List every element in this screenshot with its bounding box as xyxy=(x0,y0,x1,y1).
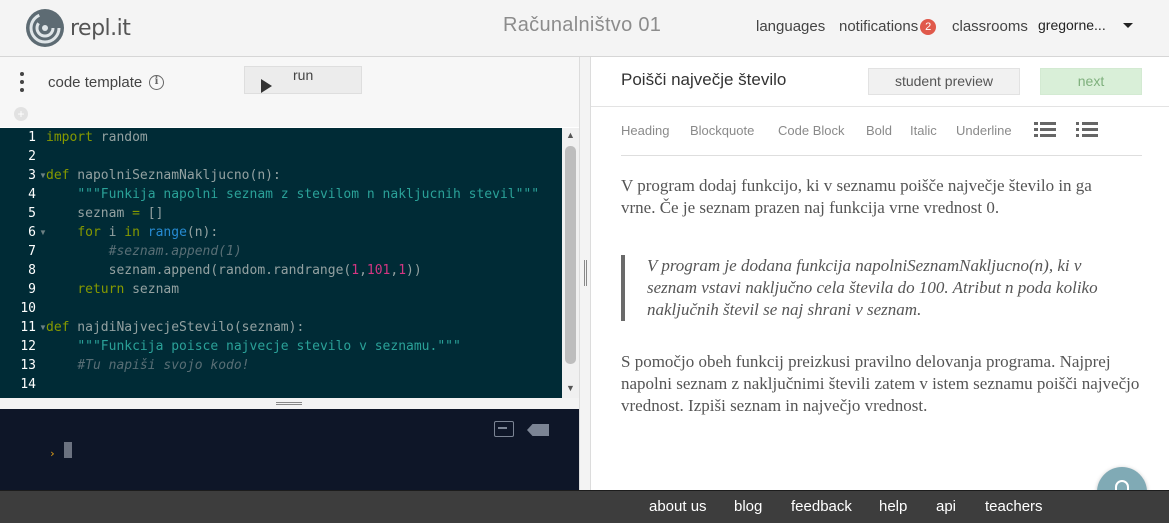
numbered-list-icon[interactable] xyxy=(1076,122,1098,138)
console-input-icon[interactable] xyxy=(494,421,514,437)
toolbar-underline[interactable]: Underline xyxy=(956,123,1012,138)
toolbar-blockquote[interactable]: Blockquote xyxy=(690,123,754,138)
student-preview-button[interactable]: student preview xyxy=(868,68,1020,95)
scrollbar-thumb[interactable] xyxy=(565,146,576,364)
code-panel-header: code template i run + xyxy=(0,57,579,127)
classroom-title: Računalništvo 01 xyxy=(503,14,662,36)
add-file-icon[interactable]: + xyxy=(14,107,28,121)
code-line: for i in range(n): xyxy=(77,225,219,240)
run-button-label: run xyxy=(293,67,314,83)
instructions-header: Poišči največje število student preview … xyxy=(591,57,1169,107)
drag-handle-icon xyxy=(584,260,587,286)
fold-arrow-icon[interactable]: ▼ xyxy=(39,223,47,242)
top-bar: repl.it Računalništvo 01 languages notif… xyxy=(0,0,1169,57)
toolbar-bold[interactable]: Bold xyxy=(866,123,892,138)
line-number: 7 xyxy=(28,244,36,259)
code-line: return seznam xyxy=(77,282,180,297)
instruction-paragraph: V program dodaj funkcijo, ki v seznamu p… xyxy=(621,176,1092,217)
instructions-panel: Poišči največje število student preview … xyxy=(591,57,1169,490)
code-line: def najdiNajvecjeStevilo(seznam): xyxy=(46,320,305,335)
line-number: 6 xyxy=(28,225,36,240)
bulleted-list-icon[interactable] xyxy=(1034,122,1056,138)
editor-scrollbar[interactable]: ▲ ▼ xyxy=(562,128,579,398)
line-number: 5 xyxy=(28,206,36,221)
footer-about-link[interactable]: about us xyxy=(649,498,707,515)
instruction-paragraph: S pomočjo obeh funkcij preizkusi praviln… xyxy=(621,352,1140,415)
more-vertical-icon[interactable] xyxy=(20,72,26,92)
user-menu[interactable]: gregorne... xyxy=(1038,17,1106,33)
footer-blog-link[interactable]: blog xyxy=(734,498,762,515)
nav-notifications[interactable]: notifications 2 xyxy=(839,18,937,35)
toolbar-italic[interactable]: Italic xyxy=(910,123,937,138)
fold-arrow-icon[interactable]: ▼ xyxy=(39,166,47,185)
line-number: 1 xyxy=(28,130,36,145)
code-panel: code template i run + 1 2 3 4 5 6 7 8 9 … xyxy=(0,57,579,490)
code-line: import random xyxy=(46,130,148,145)
editor-console-splitter[interactable] xyxy=(0,398,579,409)
line-number: 12 xyxy=(20,339,36,354)
scroll-down-icon[interactable]: ▼ xyxy=(566,384,575,393)
notification-count-badge: 2 xyxy=(920,19,937,35)
logo[interactable]: repl.it xyxy=(25,7,137,49)
nav-notifications-label: notifications xyxy=(839,18,919,35)
code-line: #Tu napiši svojo kodo! xyxy=(77,358,250,373)
editor-toolbar: Heading Blockquote Code Block Bold Itali… xyxy=(621,119,1142,156)
line-number: 9 xyxy=(28,282,36,297)
lesson-title: Poišči največje število xyxy=(621,70,787,89)
code-lines[interactable]: import random def napolniSeznamNakljucno… xyxy=(46,128,562,398)
console-cursor xyxy=(64,442,72,458)
toolbar-code-block[interactable]: Code Block xyxy=(778,123,844,138)
line-number: 13 xyxy=(20,358,36,373)
line-number: 4 xyxy=(28,187,36,202)
line-number: 10 xyxy=(20,301,36,316)
line-number: 2 xyxy=(28,149,36,164)
line-number: 8 xyxy=(28,263,36,278)
next-button[interactable]: next xyxy=(1040,68,1142,95)
nav-languages[interactable]: languages xyxy=(756,18,825,35)
toolbar-heading[interactable]: Heading xyxy=(621,123,669,138)
footer-teachers-link[interactable]: teachers xyxy=(985,498,1043,515)
console[interactable]: › xyxy=(0,409,579,490)
code-line: """Funkcija poisce najvecje stevilo v se… xyxy=(77,339,461,354)
app-root: repl.it Računalništvo 01 languages notif… xyxy=(0,0,1169,523)
code-line: seznam.append(random.randrange(1,101,1)) xyxy=(46,263,422,278)
chevron-down-icon[interactable] xyxy=(1123,23,1133,28)
code-editor[interactable]: 1 2 3 4 5 6 7 8 9 10 11 12 13 14 ▼ ▼ ▼ i… xyxy=(0,128,579,398)
fold-arrow-icon[interactable]: ▼ xyxy=(39,318,47,337)
clear-console-icon[interactable] xyxy=(527,424,549,436)
scroll-up-icon[interactable]: ▲ xyxy=(566,131,575,140)
line-gutter: 1 2 3 4 5 6 7 8 9 10 11 12 13 14 ▼ ▼ ▼ xyxy=(0,128,47,398)
footer: about us blog feedback help api teachers xyxy=(0,490,1169,523)
panel-splitter[interactable] xyxy=(579,57,591,490)
console-prompt: › xyxy=(49,447,56,460)
footer-help-link[interactable]: help xyxy=(879,498,907,515)
replit-logo-icon xyxy=(26,9,64,47)
code-template-label: code template xyxy=(48,74,143,91)
instruction-blockquote: V program je dodana funkcija napolniSezn… xyxy=(621,255,1121,321)
footer-api-link[interactable]: api xyxy=(936,498,956,515)
code-line: def napolniSeznamNakljucno(n): xyxy=(46,168,281,183)
footer-feedback-link[interactable]: feedback xyxy=(791,498,852,515)
line-number: 3 xyxy=(28,168,36,183)
run-button[interactable]: run xyxy=(244,66,362,94)
code-line: seznam = [] xyxy=(46,206,164,221)
play-icon xyxy=(261,79,272,93)
line-number: 14 xyxy=(20,377,36,392)
logo-text: repl.it xyxy=(70,15,131,41)
nav-classrooms[interactable]: classrooms xyxy=(952,18,1028,35)
code-line: """Funkija napolni seznam z stevilom n n… xyxy=(77,187,540,202)
drag-handle-icon xyxy=(276,402,302,405)
info-icon[interactable]: i xyxy=(149,75,164,90)
line-number: 11 xyxy=(20,320,36,335)
code-line: #seznam.append(1) xyxy=(108,244,242,259)
